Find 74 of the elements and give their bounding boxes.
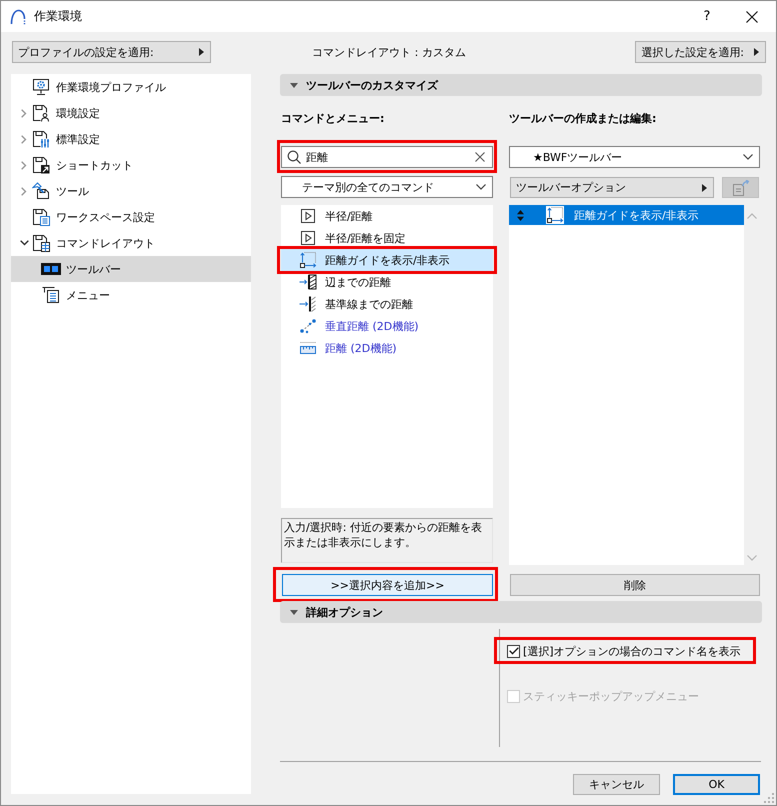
tree-item[interactable]: ツール	[11, 178, 251, 204]
command-item[interactable]: 半径/距離を固定	[281, 227, 493, 249]
sort-arrows-icon	[517, 210, 524, 220]
resize-grip-icon	[764, 793, 774, 803]
checkbox[interactable]	[507, 644, 520, 658]
ruler-icon	[299, 341, 317, 355]
document-sliders-icon	[32, 130, 50, 148]
window-title: 作業環境	[34, 8, 82, 25]
toolbar-dropdown[interactable]: ★BWFツールバー	[509, 146, 760, 168]
command-item[interactable]: 距離 (2D機能)	[281, 337, 493, 359]
chevron-right-icon[interactable]	[21, 186, 27, 196]
chevron-down-icon[interactable]	[20, 240, 28, 246]
chevron-right-icon[interactable]	[21, 160, 27, 170]
help-button[interactable]: ?	[685, 1, 729, 32]
layout-status-label: コマンドレイアウト : カスタム	[311, 44, 467, 60]
toolbar-options-button[interactable]: ツールバーオプション	[510, 177, 714, 198]
menu-list-icon	[42, 286, 60, 304]
chevron-down-icon	[743, 154, 753, 160]
cancel-button[interactable]: キャンセル	[573, 774, 660, 795]
chevron-up-icon[interactable]	[747, 213, 757, 219]
ok-button[interactable]: OK	[673, 774, 760, 795]
checkmark-icon	[508, 647, 518, 655]
filter-dropdown[interactable]: テーマ別の全てのコマンド	[281, 176, 493, 198]
tree-item[interactable]: 作業環境プロファイル	[11, 74, 251, 100]
chevron-down-icon	[476, 184, 486, 190]
distance-guide-icon	[299, 251, 317, 269]
search-icon	[287, 150, 301, 164]
command-item[interactable]: 垂直距離 (2D機能)	[281, 315, 493, 337]
command-item[interactable]: 距離ガイドを表示/非表示	[281, 249, 493, 271]
toolbar-item[interactable]: 距離ガイドを表示/非表示	[509, 205, 744, 225]
hammer-document-icon	[32, 182, 50, 200]
delete-button[interactable]: 削除	[510, 574, 760, 596]
apply-profile-button[interactable]: プロファイルの設定を適用:	[12, 41, 211, 63]
command-item[interactable]: 辺までの距離	[281, 271, 493, 293]
arrow-line-icon	[299, 296, 317, 312]
play-box-icon	[300, 208, 316, 224]
document-table-icon	[32, 234, 50, 252]
triangle-right-icon	[754, 48, 759, 56]
distance-guide-icon	[546, 206, 564, 224]
scroll-down-chevron-icon[interactable]	[747, 555, 757, 561]
apply-selected-settings-button[interactable]: 選択した設定を適用:	[635, 41, 766, 63]
monitor-gear-icon	[32, 78, 50, 96]
chevron-right-icon[interactable]	[21, 108, 27, 118]
clear-icon[interactable]	[475, 152, 485, 162]
toolbar-icon	[41, 263, 61, 275]
command-item[interactable]: 半径/距離	[281, 205, 493, 227]
tree-item[interactable]: ショートカット	[11, 152, 251, 178]
search-field[interactable]: 距離	[281, 146, 493, 168]
triangle-right-icon	[199, 48, 204, 56]
add-selection-button[interactable]: >>選択内容を追加>>	[282, 574, 493, 596]
document-shortcut-icon	[32, 156, 50, 174]
command-item[interactable]: 基準線までの距離	[281, 293, 493, 315]
column-label: コマンドとメニュー:	[281, 112, 386, 126]
tree-item[interactable]: コマンドレイアウト	[11, 230, 251, 256]
arrow-hatched-edge-icon	[299, 274, 317, 290]
tree-item[interactable]: 標準設定	[11, 126, 251, 152]
chevron-right-icon[interactable]	[21, 134, 27, 144]
app-logo-icon	[10, 8, 26, 24]
checkbox-label[interactable]: [選択]オプションの場合のコマンド名を表示	[523, 644, 741, 658]
triangle-right-icon	[702, 184, 707, 192]
section-header[interactable]: 詳細オプション	[280, 601, 762, 623]
section-header[interactable]: ツールバーのカスタマイズ	[280, 74, 762, 96]
command-description: 入力/選択時: 付近の要素からの距離を表示または非表示にします。	[281, 518, 493, 563]
tree-item[interactable]: 環境設定	[11, 100, 251, 126]
tree-item[interactable]: メニュー	[11, 282, 251, 308]
column-label: ツールバーの作成または編集:	[509, 112, 658, 126]
document-person-icon	[32, 104, 50, 122]
close-icon[interactable]	[746, 10, 758, 22]
export-toolbar-icon	[732, 180, 750, 196]
tree-item[interactable]: ワークスペース設定	[11, 204, 251, 230]
document-list-icon	[32, 208, 50, 226]
tree-item[interactable]: ツールバー	[11, 256, 251, 282]
perpendicular-distance-icon	[299, 318, 317, 334]
play-box-icon	[300, 230, 316, 246]
